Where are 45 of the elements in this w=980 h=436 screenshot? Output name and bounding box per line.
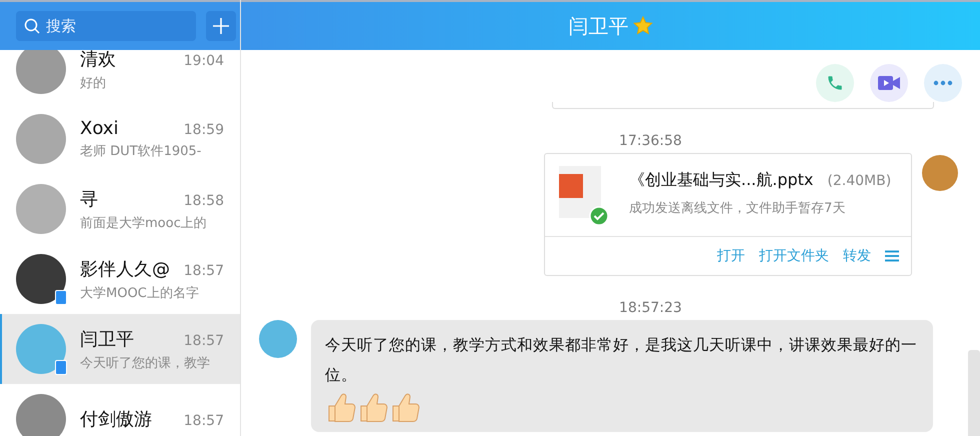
search-field[interactable]: 搜索 <box>16 11 196 41</box>
file-size: (2.40MB) <box>827 173 892 189</box>
contact-item[interactable]: 清欢 19:04 好的 <box>0 50 240 104</box>
contact-item[interactable]: 闫卫平 18:57 今天听了您的课，教学 <box>0 314 240 384</box>
message-preview: 好的 <box>80 74 107 92</box>
phone-icon <box>826 74 844 92</box>
scrollbar[interactable] <box>968 350 980 436</box>
add-button[interactable] <box>206 11 236 41</box>
avatar <box>922 155 958 191</box>
contact-name: 闫卫平 <box>80 328 134 350</box>
chat-title: 闫卫平 <box>568 12 628 40</box>
file-name: 《创业基础与实...航.pptx <box>629 170 814 191</box>
message-timestamp: 17:36:58 <box>619 133 682 149</box>
menu-icon[interactable] <box>885 250 899 262</box>
contact-item[interactable]: 寻 18:58 前面是大学mooc上的 <box>0 174 240 244</box>
video-camera-icon <box>877 74 901 92</box>
message-preview: 大学MOOC上的名字 <box>80 284 200 302</box>
message-time: 18:59 <box>184 122 224 138</box>
message-time: 18:57 <box>184 332 224 348</box>
message-time: 19:04 <box>184 52 224 68</box>
call-button[interactable] <box>816 64 854 102</box>
contact-item[interactable]: 影伴人久@ 18:57 大学MOOC上的名字 <box>0 244 240 314</box>
contact-name: 寻 <box>80 188 98 210</box>
contact-name: 影伴人久@ <box>80 258 170 280</box>
video-call-button[interactable] <box>870 64 908 102</box>
avatar <box>259 320 297 358</box>
more-button[interactable] <box>924 64 962 102</box>
message-preview: 今天听了您的课，教学 <box>80 354 211 372</box>
message-time: 18:57 <box>184 413 224 429</box>
message-preview: 老师 DUT软件1905- <box>80 143 202 160</box>
search-icon <box>24 18 40 34</box>
star-icon <box>632 16 652 36</box>
message-preview: 前面是大学mooc上的 <box>80 214 208 232</box>
more-icon <box>933 80 953 86</box>
contact-item[interactable]: 付剑傲游 18:57 <box>0 384 240 436</box>
contact-name: Xoxi <box>80 118 118 139</box>
message-time: 18:57 <box>184 262 224 278</box>
contact-item[interactable]: Xoxi 18:59 老师 DUT软件1905- <box>0 104 240 174</box>
plus-icon <box>212 17 230 35</box>
message-text: 今天听了您的课，教学方式和效果都非常好，是我这几天听课中，讲课效果最好的一位。 <box>325 335 918 386</box>
file-status: 成功发送离线文件，文件助手暂存7天 <box>629 200 846 217</box>
contact-name: 清欢 <box>80 50 116 70</box>
message-time: 18:58 <box>184 192 224 208</box>
message-timestamp: 18:57:23 <box>619 300 682 316</box>
contact-name: 付剑傲游 <box>80 408 152 431</box>
